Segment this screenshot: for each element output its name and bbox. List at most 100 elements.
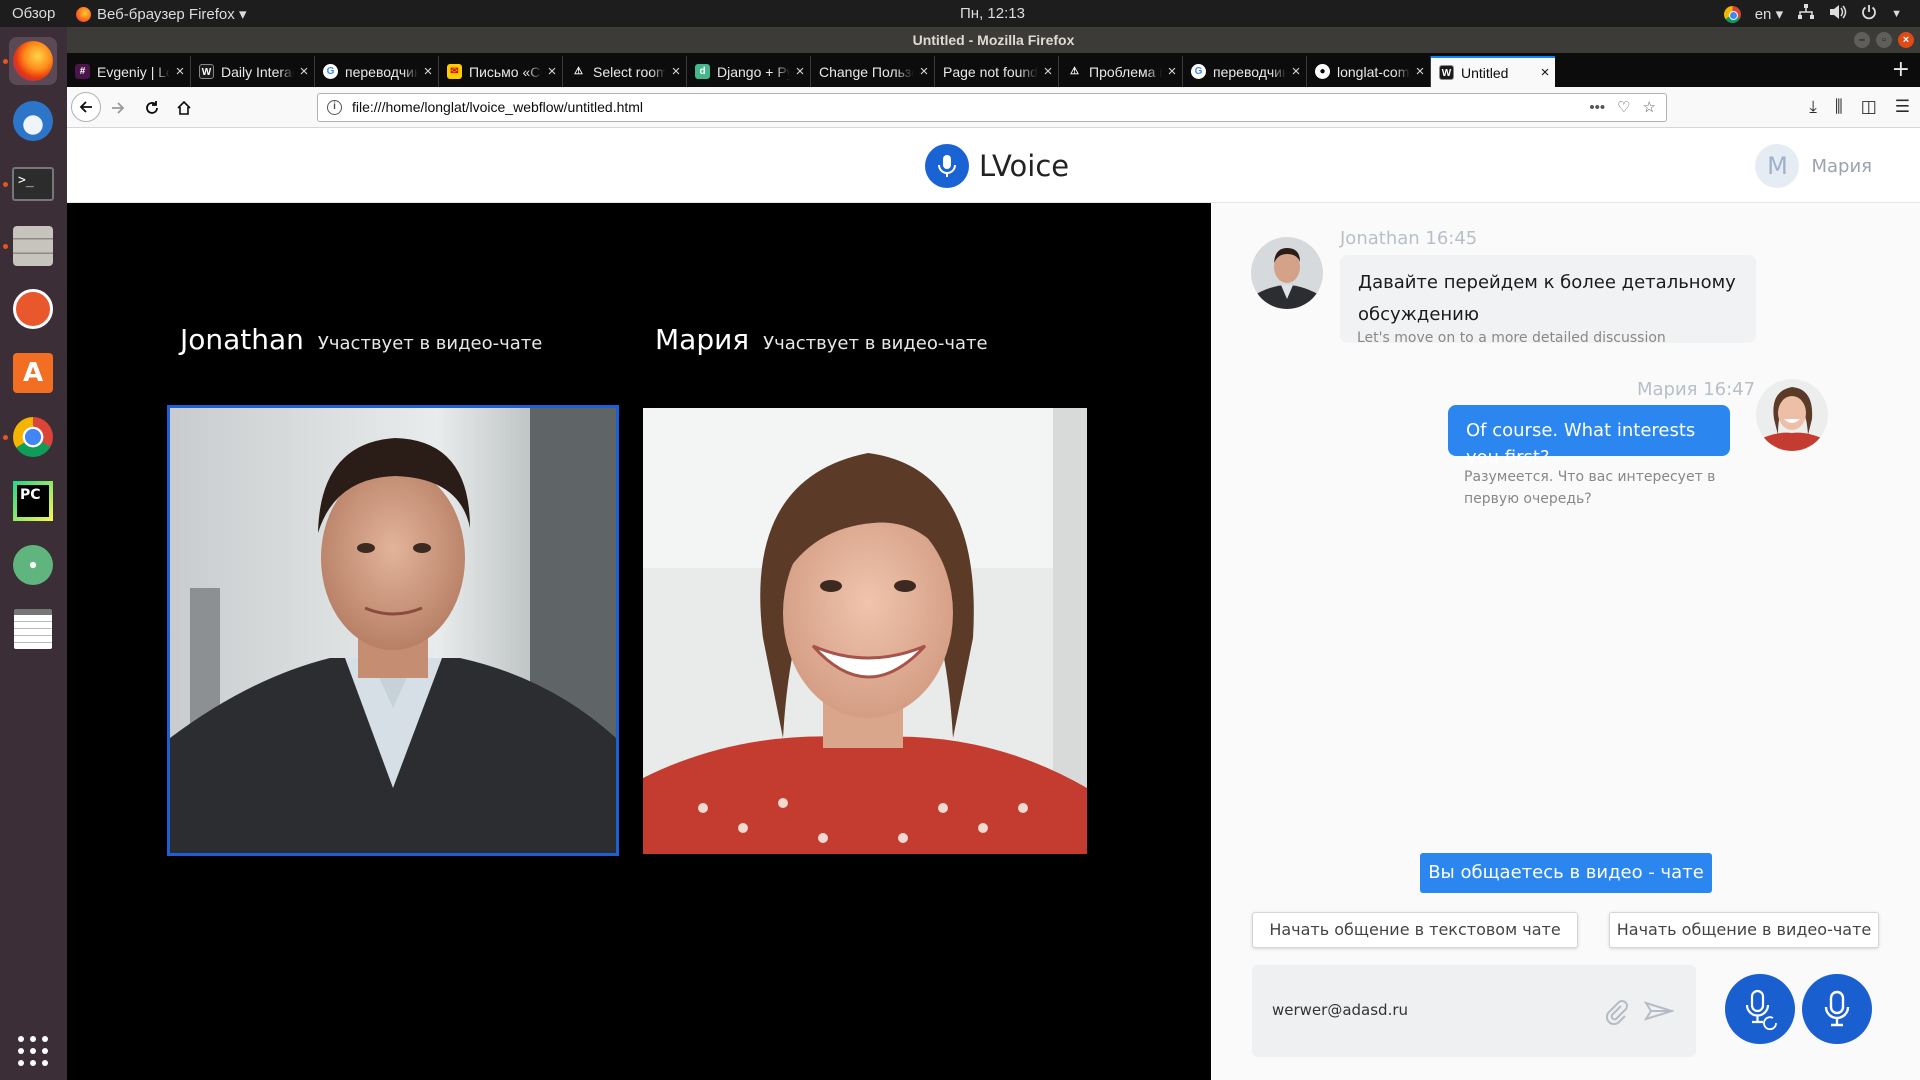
library-icon[interactable]: ⫼ xyxy=(1835,97,1843,117)
maximize-button[interactable]: ▫ xyxy=(1876,32,1892,48)
start-text-chat-button[interactable]: Начать общение в текстовом чате xyxy=(1252,912,1578,948)
close-tab-icon[interactable]: × xyxy=(294,63,314,80)
message-input-value: werwer@adasd.ru xyxy=(1272,1001,1409,1019)
button-label: Начать общение в текстовом чате xyxy=(1269,920,1561,939)
message-meta: Мария 16:47 xyxy=(1637,379,1756,400)
dock-text-editor[interactable] xyxy=(9,605,57,653)
mail-icon: ✉ xyxy=(447,64,462,79)
close-tab-icon[interactable]: × xyxy=(418,63,438,80)
app-header: LVoice M Мария xyxy=(67,128,1920,203)
close-tab-icon[interactable]: × xyxy=(914,63,934,80)
tab-5[interactable]: ⚠ Select rooms× xyxy=(563,56,687,87)
tab-12[interactable]: W Untitled × xyxy=(1431,56,1555,87)
pocket-icon[interactable]: ♡ xyxy=(1617,94,1630,121)
brand-logo[interactable]: LVoice xyxy=(925,144,1069,188)
tab-2[interactable]: W Daily Interacti× xyxy=(191,56,315,87)
tab-1[interactable]: # Evgeniy | Lond× xyxy=(67,56,191,87)
video-tile-jonathan[interactable] xyxy=(167,405,619,856)
back-button[interactable] xyxy=(71,92,101,122)
paperclip-icon[interactable] xyxy=(1604,999,1628,1029)
participant-status: Участвует в видео-чате xyxy=(763,333,988,354)
tab-label: Page not found а xyxy=(943,63,1038,80)
power-icon[interactable] xyxy=(1861,4,1877,24)
bookmark-star-icon[interactable]: ☆ xyxy=(1643,94,1656,121)
close-tab-icon[interactable]: × xyxy=(1535,64,1555,81)
tab-9[interactable]: ⚠ Проблема пр× xyxy=(1059,56,1183,87)
navigation-toolbar: i file:///home/longlat/lvoice_webflow/un… xyxy=(67,87,1920,128)
start-video-chat-button[interactable]: Начать общение в видео-чате xyxy=(1609,912,1879,948)
hamburger-menu-icon[interactable]: ☰ xyxy=(1895,97,1910,117)
tab-8[interactable]: Page not found а× xyxy=(935,56,1059,87)
dock-show-apps[interactable] xyxy=(9,1027,57,1075)
dock-thunderbird[interactable] xyxy=(9,97,57,145)
dock-terminal[interactable]: >_ xyxy=(9,160,57,208)
window-title: Untitled - Mozilla Firefox xyxy=(912,32,1075,48)
forward-button[interactable] xyxy=(105,95,131,121)
close-tab-icon[interactable]: × xyxy=(170,63,190,80)
close-tab-icon[interactable]: × xyxy=(542,63,562,80)
download-icon[interactable]: ⤓ xyxy=(1809,97,1817,117)
volume-icon[interactable] xyxy=(1829,4,1847,24)
video-area: Jonathan Участвует в видео-чате Мария Уч… xyxy=(67,203,1211,1080)
chevron-down-icon[interactable]: ▼ xyxy=(1891,8,1902,20)
participant-name: Мария xyxy=(655,323,750,356)
home-button[interactable] xyxy=(171,95,197,121)
avatar-jonathan[interactable] xyxy=(1251,237,1323,309)
participant-name: Jonathan xyxy=(180,323,304,356)
sidebar-icon[interactable]: ◫ xyxy=(1861,97,1877,117)
close-tab-icon[interactable]: × xyxy=(1038,63,1058,80)
dock-inkscape[interactable] xyxy=(9,285,57,333)
close-tab-icon[interactable]: × xyxy=(790,63,810,80)
voice-record-button[interactable] xyxy=(1802,974,1872,1044)
clock[interactable]: Пн, 12:13 xyxy=(960,5,1100,22)
minimize-button[interactable]: – xyxy=(1854,32,1870,48)
button-label: Начать общение в видео-чате xyxy=(1616,920,1872,939)
message-bubble-outgoing[interactable]: Of course. What interests you first? xyxy=(1448,405,1730,468)
tab-label: Письмо «Сер xyxy=(469,63,542,80)
voice-translate-button[interactable] xyxy=(1725,974,1795,1044)
send-icon[interactable] xyxy=(1643,999,1676,1027)
message-input[interactable]: werwer@adasd.ru xyxy=(1252,965,1696,1057)
brand-name: LVoice xyxy=(979,149,1070,183)
dock-pycharm[interactable]: PC xyxy=(9,477,57,525)
tab-3[interactable]: Gпереводчик × xyxy=(315,56,439,87)
message-meta: Jonathan 16:45 xyxy=(1340,228,1478,249)
participant-label-jonathan: Jonathan Участвует в видео-чате xyxy=(180,323,542,356)
video-tile-maria[interactable] xyxy=(643,408,1087,854)
tab-4[interactable]: ✉ Письмо «Сер× xyxy=(439,56,563,87)
system-top-bar: Обзор Веб-браузер Firefox ▾ Пн, 12:13 en… xyxy=(0,0,1920,27)
dock-chrome[interactable] xyxy=(9,413,57,461)
info-icon[interactable]: i xyxy=(327,100,342,115)
activities-button[interactable]: Обзор xyxy=(12,5,55,22)
dock-firefox[interactable] xyxy=(9,37,57,85)
tab-6[interactable]: d Django + Pyth× xyxy=(687,56,811,87)
shopping-bag-icon: A xyxy=(13,353,53,393)
user-menu[interactable]: M Мария xyxy=(1755,144,1872,188)
atom-icon xyxy=(13,545,53,585)
avatar-maria[interactable] xyxy=(1756,379,1828,451)
close-tab-icon[interactable]: × xyxy=(1410,63,1430,80)
app-menu[interactable]: Веб-браузер Firefox ▾ xyxy=(76,5,246,23)
tab-7[interactable]: Change Пользов× xyxy=(811,56,935,87)
page-actions-icon[interactable]: ••• xyxy=(1589,94,1605,121)
new-tab-button[interactable]: + xyxy=(1892,57,1910,82)
close-tab-icon[interactable]: × xyxy=(666,63,686,80)
url-bar[interactable]: i file:///home/longlat/lvoice_webflow/un… xyxy=(317,93,1667,122)
close-window-button[interactable]: × xyxy=(1898,32,1914,48)
reload-button[interactable] xyxy=(139,95,165,121)
network-icon[interactable] xyxy=(1797,4,1815,24)
chrome-tray-icon[interactable] xyxy=(1723,5,1741,23)
tab-11[interactable]: ● longlat-comp × xyxy=(1307,56,1431,87)
launcher-dock: >_ A PC xyxy=(0,27,67,1080)
dock-atom[interactable] xyxy=(9,541,57,589)
language-indicator[interactable]: en ▾ xyxy=(1755,5,1783,23)
django-icon: d xyxy=(695,64,710,79)
close-tab-icon[interactable]: × xyxy=(1162,63,1182,80)
microphone-refresh-icon xyxy=(1745,989,1777,1031)
tab-10[interactable]: Gпереводчик × xyxy=(1183,56,1307,87)
dock-software-center[interactable]: A xyxy=(9,349,57,397)
dock-files[interactable] xyxy=(9,222,57,270)
close-tab-icon[interactable]: × xyxy=(1286,63,1306,80)
microphone-icon xyxy=(1824,990,1850,1027)
tab-label: Проблема пр xyxy=(1089,63,1162,80)
